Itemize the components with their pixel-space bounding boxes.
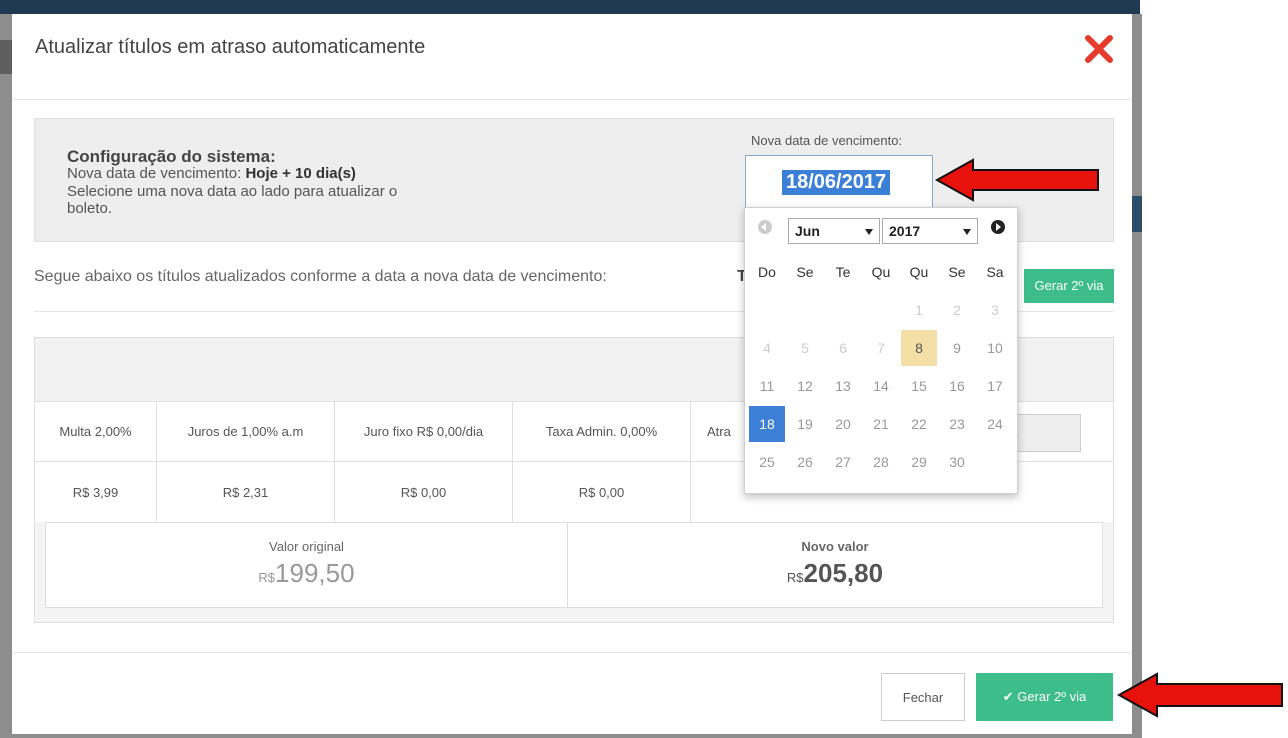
- new-value-label: Novo valor: [801, 539, 869, 554]
- calendar-day[interactable]: 2: [939, 292, 975, 328]
- original-value-amount: R$199,50: [46, 558, 567, 589]
- calendar-day[interactable]: 24: [977, 406, 1013, 442]
- chevron-down-icon: [865, 229, 873, 235]
- calendar-day[interactable]: 19: [787, 406, 823, 442]
- modal-title: Atualizar títulos em atraso automaticame…: [35, 36, 426, 58]
- calendar-day[interactable]: 18: [749, 406, 785, 442]
- calendar-day[interactable]: 20: [825, 406, 861, 442]
- arrow-left-icon: [1117, 672, 1283, 718]
- config-title: Configuração do sistema:: [67, 147, 276, 166]
- calendar-day[interactable]: 4: [749, 330, 785, 366]
- config-due-prefix: Nova data de vencimento:: [67, 165, 246, 182]
- weekday-header: Do: [758, 264, 776, 280]
- background-left-overlay: [0, 14, 12, 738]
- table-cell: Taxa Admin. 0,00%: [513, 402, 691, 461]
- new-value-amount: R$205,80: [568, 558, 1102, 589]
- modal-header: Atualizar títulos em atraso automaticame…: [12, 14, 1132, 100]
- generate-second-copy-button[interactable]: ✔ Gerar 2º via: [976, 673, 1113, 721]
- year-select-value: 2017: [889, 223, 921, 239]
- arrow-left-icon: [935, 158, 1099, 202]
- original-currency: R$: [258, 570, 276, 585]
- original-value-block: Valor original R$199,50: [46, 523, 568, 607]
- next-month-icon[interactable]: [991, 220, 1005, 234]
- config-due-line: Nova data de vencimento: Hoje + 10 dia(s…: [67, 165, 356, 182]
- table-cell: R$ 3,99: [35, 462, 157, 522]
- calendar-day[interactable]: 22: [901, 406, 937, 442]
- calendar-day[interactable]: 5: [787, 330, 823, 366]
- background-left-accent: [0, 40, 12, 74]
- close-button[interactable]: Fechar: [881, 673, 965, 721]
- check-icon: ✔: [1002, 689, 1018, 704]
- year-select[interactable]: 2017: [882, 218, 978, 244]
- calendar-day[interactable]: 26: [787, 444, 823, 480]
- calendar-day[interactable]: 3: [977, 292, 1013, 328]
- table-cell: Juros de 1,00% a.m: [157, 402, 335, 461]
- weekday-header: Qu: [871, 264, 891, 280]
- background-topbar: [0, 0, 1140, 14]
- calendar-day[interactable]: 25: [749, 444, 785, 480]
- calendar-day[interactable]: 12: [787, 368, 823, 404]
- background-bottom-overlay: [12, 734, 1132, 738]
- background-right-overlay: [1132, 14, 1142, 738]
- calendar-day[interactable]: 23: [939, 406, 975, 442]
- values-summary: Valor original R$199,50 Novo valor R$205…: [45, 522, 1103, 608]
- due-date-input[interactable]: 18/06/2017: [745, 155, 933, 209]
- follow-text: Segue abaixo os títulos atualizados conf…: [34, 268, 607, 285]
- config-due-value: Hoje + 10 dia(s): [245, 165, 356, 182]
- chevron-down-icon: [963, 229, 971, 235]
- due-date-value: 18/06/2017: [782, 170, 891, 195]
- month-select[interactable]: Jun: [788, 218, 880, 244]
- weekday-header: Se: [948, 264, 966, 280]
- calendar-day[interactable]: 17: [977, 368, 1013, 404]
- calendar-day[interactable]: 11: [749, 368, 785, 404]
- config-hint-line1: Selecione uma nova data ao lado para atu…: [67, 183, 398, 200]
- generate-second-copy-top-button[interactable]: Gerar 2º via: [1024, 269, 1114, 303]
- weekday-header: Qu: [909, 264, 929, 280]
- weekday-header: Te: [835, 264, 851, 280]
- calendar-day[interactable]: 9: [939, 330, 975, 366]
- calendar-day[interactable]: 7: [863, 330, 899, 366]
- calendar-day[interactable]: 29: [901, 444, 937, 480]
- new-amount: 205,80: [803, 558, 884, 588]
- calendar-day[interactable]: 30: [939, 444, 975, 480]
- table-cell: R$ 0,00: [513, 462, 691, 522]
- original-value-label: Valor original: [269, 539, 344, 554]
- due-date-label: Nova data de vencimento:: [751, 133, 903, 148]
- weekday-header: Sa: [986, 264, 1004, 280]
- close-icon[interactable]: [1084, 34, 1114, 64]
- generate-label: Gerar 2º via: [1017, 689, 1087, 704]
- table-cell: Multa 2,00%: [35, 402, 157, 461]
- calendar-day[interactable]: 13: [825, 368, 861, 404]
- modal-footer: Fechar ✔ Gerar 2º via: [12, 652, 1132, 734]
- prev-month-icon[interactable]: [758, 220, 772, 234]
- calendar-day[interactable]: 14: [863, 368, 899, 404]
- background-right-accent: [1132, 196, 1142, 232]
- config-hint-line2: boleto.: [67, 200, 113, 217]
- calendar-day[interactable]: 1: [901, 292, 937, 328]
- table-cell: Juro fixo R$ 0,00/dia: [335, 402, 513, 461]
- calendar-day[interactable]: 6: [825, 330, 861, 366]
- table-cell: R$ 0,00: [335, 462, 513, 522]
- calendar-day[interactable]: 15: [901, 368, 937, 404]
- calendar-day[interactable]: 16: [939, 368, 975, 404]
- new-currency: R$: [786, 570, 804, 585]
- datepicker-popup: Jun 2017 Do Se Te Qu Qu Se Sa 1 2 3 4 5 6 7 8 9 10 11 12 13…: [744, 207, 1018, 494]
- new-value-block: Novo valor R$205,80: [568, 523, 1102, 607]
- calendar-day[interactable]: 8: [901, 330, 937, 366]
- month-select-value: Jun: [795, 223, 820, 239]
- calendar-day[interactable]: 21: [863, 406, 899, 442]
- calendar-day[interactable]: 28: [863, 444, 899, 480]
- table-cell: R$ 2,31: [157, 462, 335, 522]
- weekday-header: Se: [796, 264, 814, 280]
- calendar-day[interactable]: 10: [977, 330, 1013, 366]
- calendar-day[interactable]: 27: [825, 444, 861, 480]
- original-amount: 199,50: [275, 558, 355, 588]
